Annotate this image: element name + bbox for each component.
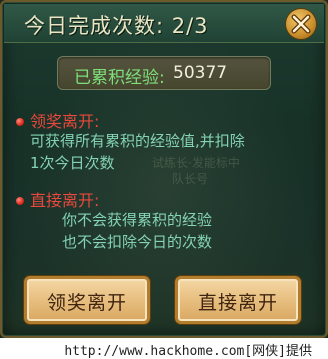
footer-watermark: http://www.hackhome.com[网侠]提供	[64, 344, 312, 359]
footer-bar: http://www.hackhome.com[网侠]提供	[0, 338, 328, 359]
leave-heading: 直接离开:	[30, 191, 100, 210]
leave-description-line: 你不会获得累积的经验	[62, 211, 213, 229]
claim-description-line: 可获得所有累积的经验值,并扣除	[30, 132, 245, 150]
background-text: 试练长·发能标中	[152, 156, 240, 170]
experience-value: 50377	[173, 63, 228, 83]
experience-panel: 已累积经验: 50377	[57, 56, 271, 90]
claim-and-leave-button[interactable]: 领奖离开	[24, 276, 150, 324]
claim-description-line: 1次今日次数	[30, 154, 115, 172]
close-button[interactable]	[286, 9, 316, 39]
claim-and-leave-label: 领奖离开	[46, 292, 127, 314]
leave-directly-button[interactable]: 直接离开	[175, 276, 301, 324]
experience-label: 已累积经验:	[74, 68, 165, 88]
leave-description-line: 也不会扣除今日的次数	[62, 233, 213, 251]
dialog-title: 今日完成次数: 2/3	[24, 14, 209, 38]
claim-heading: 领奖离开:	[30, 112, 100, 131]
reward-dialog: 今日完成次数: 2/3 已累积经验: 50377 试练长·发能标中 队长号 领奖…	[0, 0, 328, 338]
bullet-icon	[16, 118, 24, 126]
title-bar: 今日完成次数: 2/3	[4, 4, 324, 43]
bullet-icon	[16, 197, 24, 205]
background-text: 队长号	[172, 172, 209, 186]
leave-directly-label: 直接离开	[197, 292, 278, 314]
